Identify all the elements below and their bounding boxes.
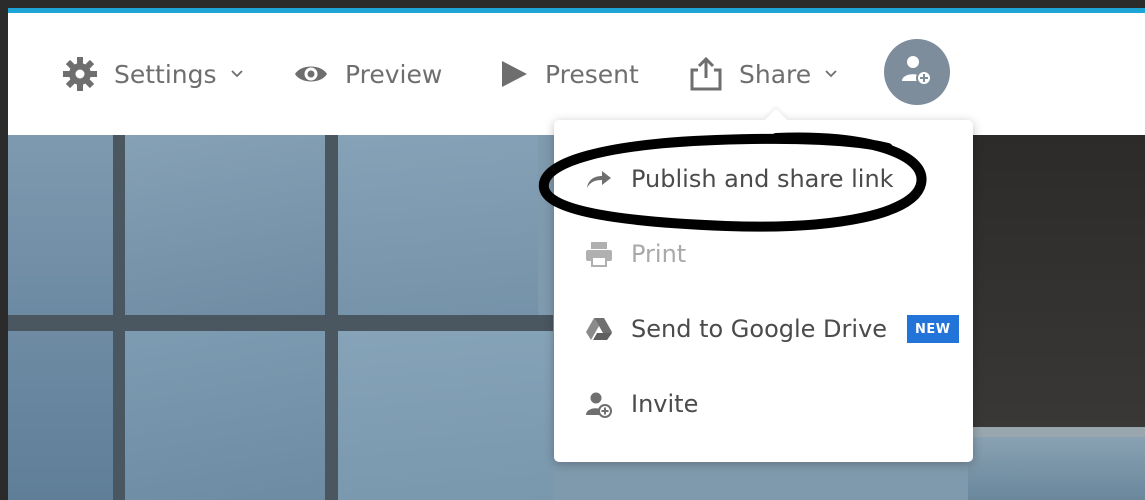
add-user-icon bbox=[900, 53, 934, 91]
share-dropdown-menu: Publish and share link Print Send to Goo… bbox=[554, 108, 973, 462]
avatar-button[interactable] bbox=[884, 39, 950, 105]
gear-icon bbox=[62, 56, 98, 92]
google-drive-icon bbox=[583, 317, 615, 341]
chevron-down-icon bbox=[825, 70, 837, 78]
settings-button[interactable]: Settings bbox=[62, 13, 243, 135]
menu-item-label: Invite bbox=[631, 390, 699, 418]
share-upload-icon bbox=[689, 56, 723, 92]
eye-icon bbox=[293, 62, 329, 86]
settings-label: Settings bbox=[114, 59, 217, 89]
add-user-icon bbox=[583, 390, 615, 418]
menu-item-print[interactable]: Print bbox=[554, 226, 973, 282]
share-label: Share bbox=[739, 59, 812, 89]
present-button[interactable]: Present bbox=[499, 13, 639, 135]
present-label: Present bbox=[545, 59, 639, 89]
share-arrow-icon bbox=[583, 168, 615, 190]
chevron-down-icon bbox=[230, 70, 243, 78]
play-icon bbox=[499, 59, 529, 89]
app-window: Settings Preview Present Share Publish a… bbox=[8, 8, 1145, 500]
menu-item-send-google-drive[interactable]: Send to Google Drive NEW bbox=[554, 301, 973, 357]
toolbar: Settings Preview Present Share bbox=[8, 13, 1145, 135]
preview-label: Preview bbox=[345, 59, 443, 89]
menu-item-label: Publish and share link bbox=[631, 165, 894, 193]
menu-item-label: Print bbox=[631, 240, 687, 268]
new-badge: NEW bbox=[907, 315, 959, 343]
menu-item-label: Send to Google Drive bbox=[631, 315, 888, 343]
share-button[interactable]: Share bbox=[689, 13, 837, 135]
preview-button[interactable]: Preview bbox=[293, 13, 442, 135]
printer-icon bbox=[583, 240, 615, 268]
menu-item-publish-share-link[interactable]: Publish and share link bbox=[554, 151, 973, 207]
menu-item-invite[interactable]: Invite bbox=[554, 376, 973, 432]
